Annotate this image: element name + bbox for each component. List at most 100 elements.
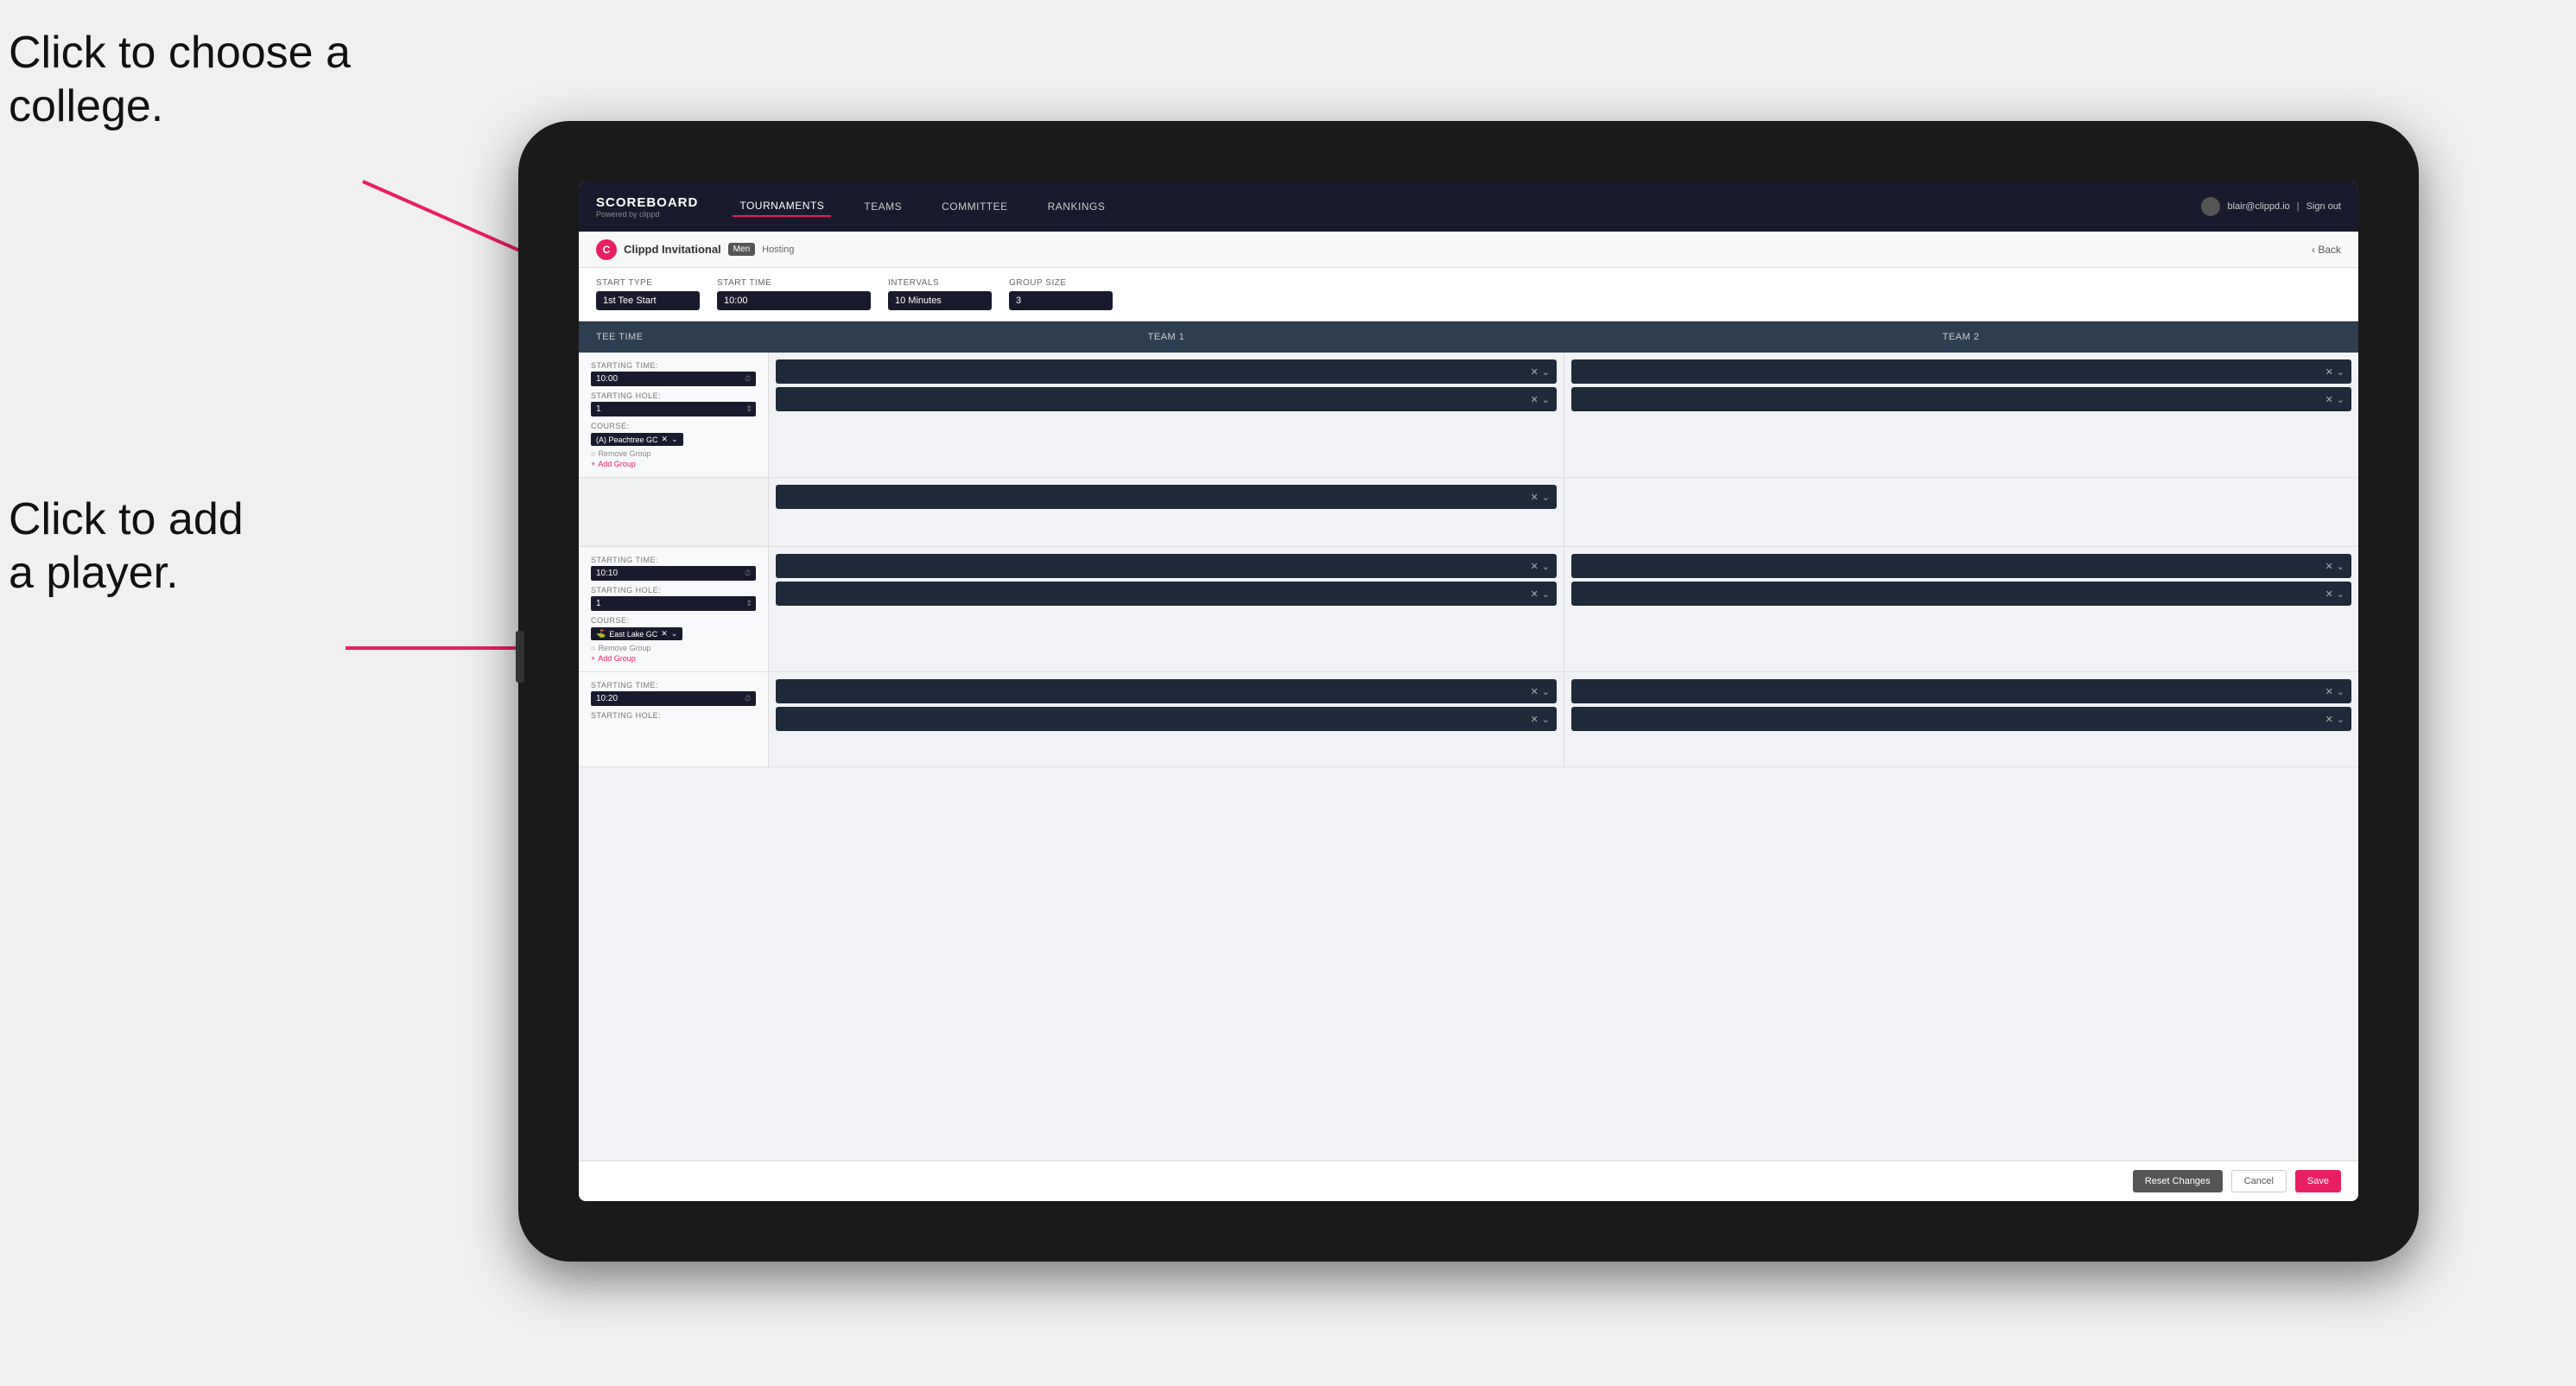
nav-avatar bbox=[2201, 197, 2220, 216]
row1b-slot1-x[interactable]: ✕ bbox=[1531, 492, 1539, 503]
row2-arrows-icon: ⇕ bbox=[746, 599, 752, 608]
row2-time-container: ⏱ bbox=[591, 566, 756, 581]
row1-team2-cell: ✕ ⌄ ✕ ⌄ bbox=[1564, 353, 2358, 477]
row2-clock-icon: ⏱ bbox=[745, 569, 751, 578]
row2-team1-slot1[interactable]: ✕ ⌄ bbox=[776, 554, 1557, 578]
row2-t2-slot1-expand[interactable]: ⌄ bbox=[2337, 561, 2344, 572]
row2-course-label: COURSE: bbox=[591, 616, 756, 625]
row1-course-x[interactable]: ✕ bbox=[662, 435, 669, 444]
row2-add-group[interactable]: +Add Group bbox=[591, 654, 756, 663]
row1-team1-slot1[interactable]: ✕ ⌄ bbox=[776, 359, 1557, 384]
row3-slot1-expand[interactable]: ⌄ bbox=[1542, 686, 1550, 697]
row3-team2-slot1[interactable]: ✕ ⌄ bbox=[1571, 679, 2351, 703]
row2-slot2-x[interactable]: ✕ bbox=[1531, 588, 1539, 600]
table-header: Tee Time Team 1 Team 2 bbox=[579, 321, 2358, 353]
header-team1: Team 1 bbox=[769, 328, 1564, 346]
row1-remove-group[interactable]: ○Remove Group bbox=[591, 449, 756, 458]
row1-t2-slot2-expand[interactable]: ⌄ bbox=[2337, 394, 2344, 405]
row2-t2-slot2-expand[interactable]: ⌄ bbox=[2337, 588, 2344, 600]
row2-course-tag: ⛳ East Lake GC ✕ ⌄ bbox=[591, 627, 756, 640]
row1-team2-slot1[interactable]: ✕ ⌄ bbox=[1571, 359, 2351, 384]
row1-slot2-x[interactable]: ✕ bbox=[1531, 394, 1539, 405]
tablet-side-button bbox=[516, 631, 524, 683]
nav-teams[interactable]: TEAMS bbox=[857, 197, 909, 216]
row3-slot2-expand[interactable]: ⌄ bbox=[1542, 714, 1550, 725]
row1-course-label: COURSE: bbox=[591, 422, 756, 430]
start-type-select[interactable]: 1st Tee Start bbox=[596, 291, 700, 310]
row3-team1-slot1[interactable]: ✕ ⌄ bbox=[776, 679, 1557, 703]
row3-slot2-x[interactable]: ✕ bbox=[1531, 714, 1539, 725]
reset-button[interactable]: Reset Changes bbox=[2133, 1170, 2223, 1192]
row1-course-value[interactable]: (A) Peachtree GC ✕ ⌄ bbox=[591, 433, 683, 446]
row2-team1-slot2[interactable]: ✕ ⌄ bbox=[776, 582, 1557, 606]
row1-team1-slot2[interactable]: ✕ ⌄ bbox=[776, 387, 1557, 411]
row3-team1-slot2[interactable]: ✕ ⌄ bbox=[776, 707, 1557, 731]
tablet: SCOREBOARD Powered by clippd TOURNAMENTS… bbox=[518, 121, 2419, 1262]
row1-hole-input[interactable] bbox=[591, 402, 756, 416]
row2-t2-slot2-x[interactable]: ✕ bbox=[2325, 588, 2333, 600]
row3-team2-slot2[interactable]: ✕ ⌄ bbox=[1571, 707, 2351, 731]
row2-team2-slot1[interactable]: ✕ ⌄ bbox=[1571, 554, 2351, 578]
tablet-screen: SCOREBOARD Powered by clippd TOURNAMENTS… bbox=[579, 181, 2358, 1201]
cancel-button[interactable]: Cancel bbox=[2231, 1170, 2287, 1192]
back-button[interactable]: ‹ Back bbox=[2312, 244, 2341, 256]
row1-slot1-expand[interactable]: ⌄ bbox=[1542, 366, 1550, 378]
row1-team1-cell: ✕ ⌄ ✕ ⌄ bbox=[769, 353, 1564, 477]
start-time-input[interactable] bbox=[717, 291, 871, 310]
row1b-team1-slot1[interactable]: ✕ ⌄ bbox=[776, 485, 1557, 509]
table-row: STARTING TIME: ⏱ STARTING HOLE: ⇕ COURSE… bbox=[579, 547, 2358, 672]
row3-start-time-input[interactable] bbox=[591, 691, 756, 706]
row2-team2-slot2[interactable]: ✕ ⌄ bbox=[1571, 582, 2351, 606]
row3-t2-slot2-x[interactable]: ✕ bbox=[2325, 714, 2333, 725]
row1-team2-slot2[interactable]: ✕ ⌄ bbox=[1571, 387, 2351, 411]
nav-email: blair@clippd.io bbox=[2227, 201, 2289, 212]
row2-left-panel: STARTING TIME: ⏱ STARTING HOLE: ⇕ COURSE… bbox=[579, 547, 769, 671]
row2-slot1-x[interactable]: ✕ bbox=[1531, 561, 1539, 572]
row1-slot2-expand[interactable]: ⌄ bbox=[1542, 394, 1550, 405]
row3-team1-cell: ✕ ⌄ ✕ ⌄ bbox=[769, 672, 1564, 766]
row2-team2-cell: ✕ ⌄ ✕ ⌄ bbox=[1564, 547, 2358, 671]
brand-powered: Powered by clippd bbox=[596, 210, 698, 219]
row2-remove-group[interactable]: ○Remove Group bbox=[591, 644, 756, 652]
event-logo: C bbox=[596, 239, 617, 260]
table-row: STARTING TIME: ⏱ STARTING HOLE: ⇕ COURSE… bbox=[579, 353, 2358, 478]
row1-slot1-x[interactable]: ✕ bbox=[1531, 366, 1539, 378]
row2-course-arrow[interactable]: ⌄ bbox=[671, 629, 678, 639]
row1-arrows-icon: ⇕ bbox=[746, 404, 752, 414]
row1-start-time-input[interactable] bbox=[591, 372, 756, 386]
nav-rankings[interactable]: RANKINGS bbox=[1041, 197, 1113, 216]
header-tee-time: Tee Time bbox=[579, 328, 769, 346]
row2-course-x[interactable]: ✕ bbox=[661, 629, 668, 639]
row2-course-value[interactable]: ⛳ East Lake GC ✕ ⌄ bbox=[591, 627, 682, 640]
row3-slot1-x[interactable]: ✕ bbox=[1531, 686, 1539, 697]
row1b-slot1-expand[interactable]: ⌄ bbox=[1542, 492, 1550, 503]
group-size-label: Group Size bbox=[1009, 278, 1113, 288]
row1-course-arrow[interactable]: ⌄ bbox=[671, 435, 678, 444]
row1-t2-slot1-expand[interactable]: ⌄ bbox=[2337, 366, 2344, 378]
row2-slot2-expand[interactable]: ⌄ bbox=[1542, 588, 1550, 600]
row2-hole-container: ⇕ bbox=[591, 596, 756, 611]
event-hosting: Hosting bbox=[762, 245, 794, 255]
row1-t2-slot1-x[interactable]: ✕ bbox=[2325, 366, 2333, 378]
row1-hole-label: STARTING HOLE: bbox=[591, 391, 756, 400]
row2-slot1-expand[interactable]: ⌄ bbox=[1542, 561, 1550, 572]
row3-start-time-label: STARTING TIME: bbox=[591, 681, 756, 690]
brand-scoreboard: SCOREBOARD bbox=[596, 195, 698, 210]
settings-bar: Start Type 1st Tee Start Start Time Inte… bbox=[579, 268, 2358, 321]
group-size-select[interactable]: 3 bbox=[1009, 291, 1113, 310]
footer-bar: Reset Changes Cancel Save bbox=[579, 1160, 2358, 1201]
row3-t2-slot1-x[interactable]: ✕ bbox=[2325, 686, 2333, 697]
save-button[interactable]: Save bbox=[2295, 1170, 2341, 1192]
row3-t2-slot2-expand[interactable]: ⌄ bbox=[2337, 714, 2344, 725]
intervals-select[interactable]: 10 Minutes bbox=[888, 291, 992, 310]
nav-committee[interactable]: COMMITTEE bbox=[935, 197, 1015, 216]
row1-add-group[interactable]: +Add Group bbox=[591, 460, 756, 468]
row3-t2-slot1-expand[interactable]: ⌄ bbox=[2337, 686, 2344, 697]
row2-hole-input[interactable] bbox=[591, 596, 756, 611]
nav-signout[interactable]: Sign out bbox=[2306, 201, 2341, 212]
nav-tournaments[interactable]: TOURNAMENTS bbox=[733, 196, 831, 217]
row2-start-time-input[interactable] bbox=[591, 566, 756, 581]
row1-t2-slot2-x[interactable]: ✕ bbox=[2325, 394, 2333, 405]
row3-left-panel: STARTING TIME: ⏱ STARTING HOLE: bbox=[579, 672, 769, 766]
row2-t2-slot1-x[interactable]: ✕ bbox=[2325, 561, 2333, 572]
